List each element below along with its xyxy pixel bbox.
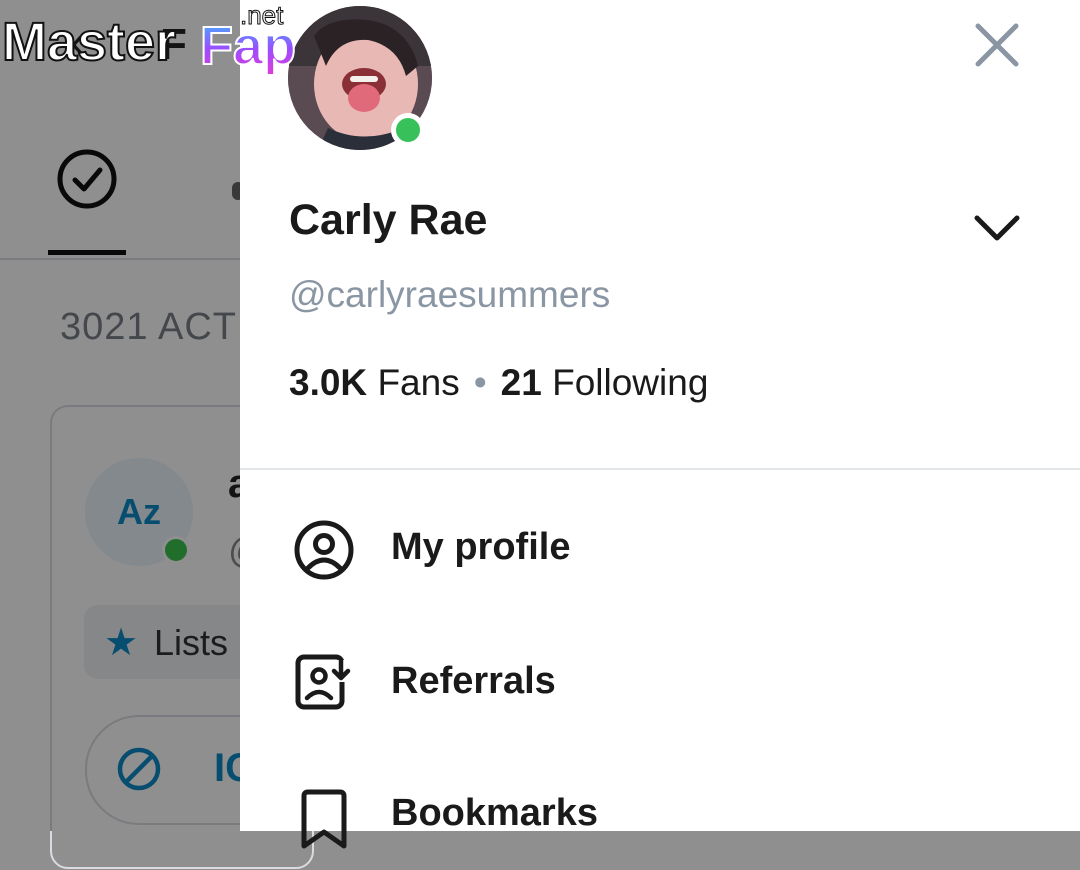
side-drawer: Carly Rae @carlyraesummers 3.0K Fans • 21 … [240, 0, 1080, 849]
fans-label[interactable]: Fans [377, 362, 459, 403]
watermark-suffix: .net [240, 0, 284, 30]
watermark-master: Master [2, 12, 176, 72]
following-count[interactable]: 21 [501, 362, 542, 403]
chevron-down-icon[interactable] [970, 200, 1024, 254]
menu-label-my-profile: My profile [391, 526, 571, 568]
following-label[interactable]: Following [552, 362, 708, 403]
referral-icon [295, 654, 352, 710]
backdrop-overlay[interactable] [0, 0, 240, 831]
menu-label-bookmarks: Bookmarks [391, 792, 598, 834]
user-circle-icon [294, 520, 354, 580]
menu-item-referrals[interactable]: Referrals [240, 620, 1080, 740]
profile-stats: 3.0K Fans • 21 Following [289, 362, 708, 404]
profile-username: @carlyraesummers [289, 274, 611, 315]
close-icon[interactable] [968, 16, 1026, 74]
menu-item-bookmarks[interactable]: Bookmarks [240, 750, 1080, 870]
online-status-indicator [391, 113, 425, 147]
menu-item-my-profile[interactable]: My profile [240, 488, 1080, 608]
fans-count[interactable]: 3.0K [289, 362, 367, 403]
watermark-logo: Master Fap .net [1, 0, 297, 77]
profile-display-name[interactable]: Carly Rae [289, 196, 487, 245]
drawer-divider [240, 468, 1080, 470]
stats-separator: • [473, 362, 487, 403]
bookmark-icon [301, 789, 347, 849]
menu-label-referrals: Referrals [391, 660, 556, 702]
